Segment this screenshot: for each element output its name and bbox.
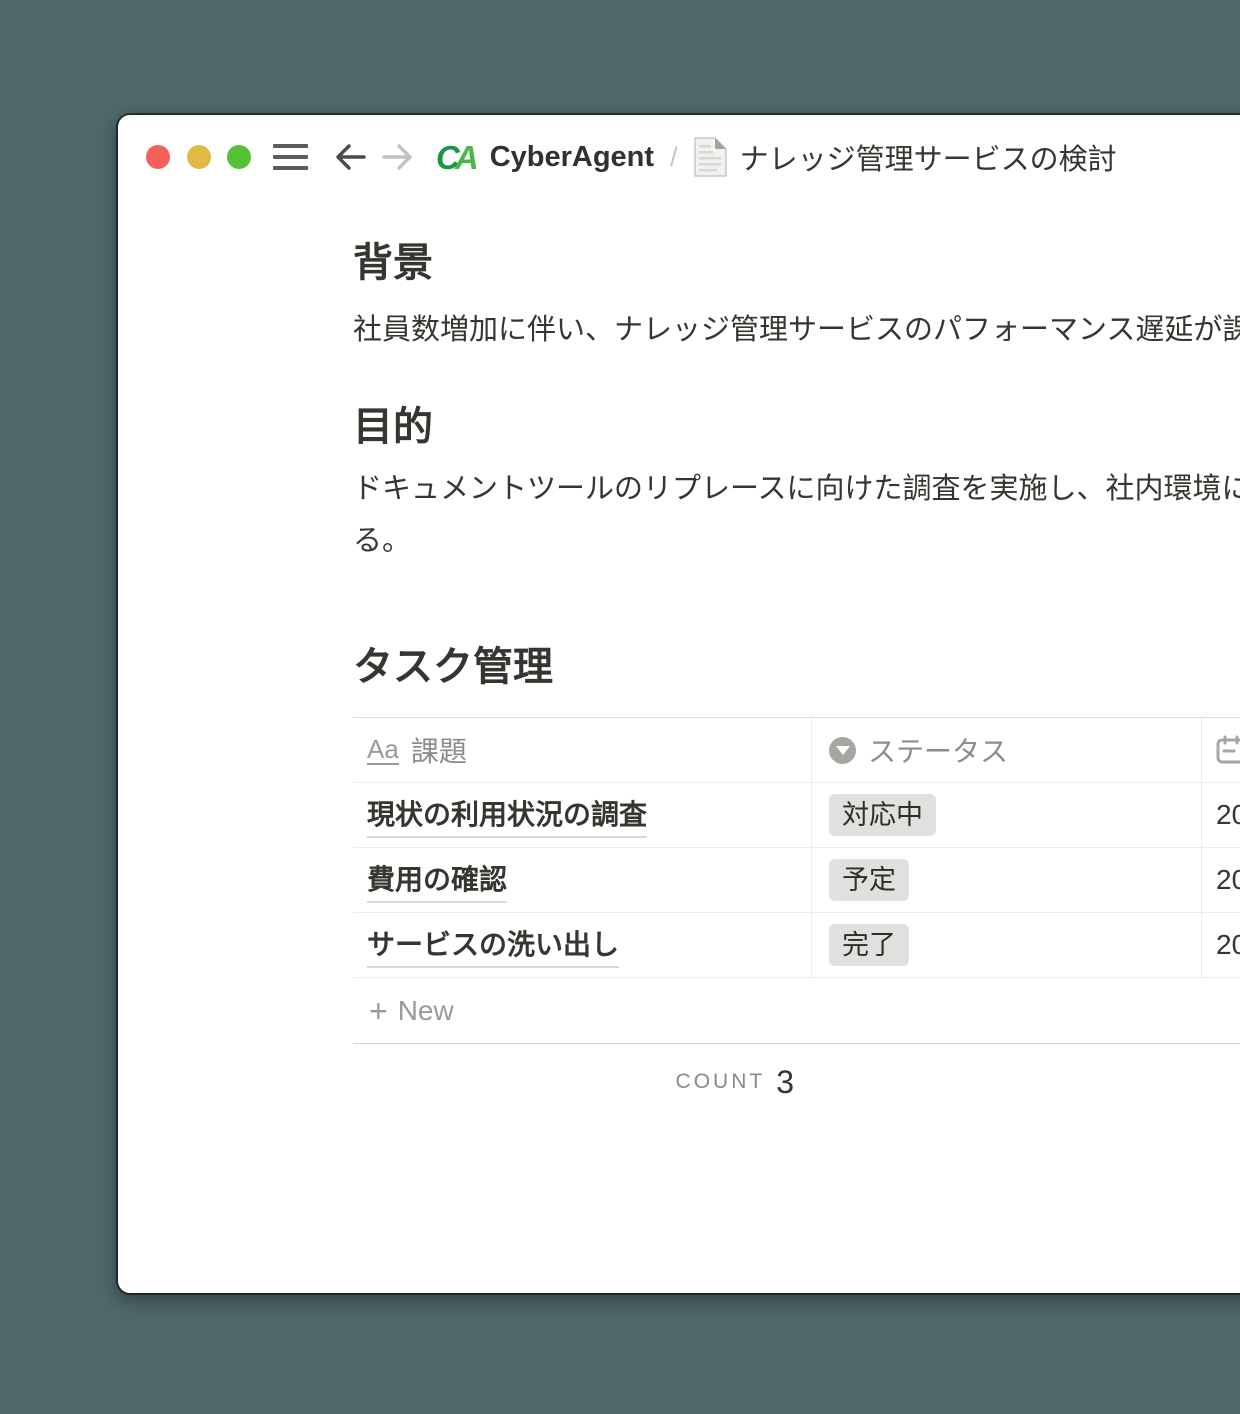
new-row-cell: + New (353, 978, 468, 1043)
paragraph-purpose[interactable]: ドキュメントツールのリプレースに向けた調査を実施し、社内環境に る。 (353, 463, 1240, 567)
task-title-cell[interactable]: サービスの洗い出し (353, 913, 812, 977)
task-date-cell[interactable]: 20 (1202, 913, 1240, 977)
table-header-row: Aa 課題 ステータス (353, 718, 1240, 783)
task-title-cell[interactable]: 費用の確認 (353, 848, 812, 912)
heading-purpose: 目的 (353, 405, 1240, 449)
status-badge: 完了 (829, 924, 909, 966)
table-row: サービスの洗い出し 完了 20 (353, 913, 1240, 978)
column-header-label: 課題 (411, 730, 467, 770)
select-property-icon (829, 737, 856, 764)
minimize-icon[interactable] (187, 145, 211, 169)
table-row: 現状の利用状況の調査 対応中 20 (353, 783, 1240, 848)
count-label: COUNT (676, 1070, 766, 1094)
title-property-icon: Aa (367, 736, 399, 765)
status-badge: 予定 (829, 859, 909, 901)
hamburger-icon[interactable] (273, 144, 308, 170)
app-window: CA CyberAgent / ナレッジ管理サービスの検討 背景 社員数増加に伴… (118, 115, 1240, 1293)
task-date-cell[interactable]: 20 (1202, 848, 1240, 912)
heading-task-management: タスク管理 (353, 645, 1240, 689)
column-header-label: ステータス (868, 730, 1008, 770)
count-value: 3 (776, 1064, 794, 1101)
heading-background: 背景 (353, 241, 1240, 285)
new-row-button[interactable]: + New (353, 978, 1240, 1043)
status-badge: 対応中 (829, 794, 936, 836)
column-header-title[interactable]: Aa 課題 (353, 718, 812, 782)
zoom-icon[interactable] (227, 145, 251, 169)
close-icon[interactable] (146, 145, 170, 169)
paragraph-purpose-line1: ドキュメントツールのリプレースに向けた調査を実施し、社内環境に (353, 473, 1240, 505)
task-date-cell[interactable]: 20 (1202, 783, 1240, 847)
task-table: Aa 課題 ステータス 現状の利 (353, 717, 1240, 1044)
task-title-cell[interactable]: 現状の利用状況の調査 (353, 783, 812, 847)
table-calc-row[interactable]: COUNT 3 (353, 1062, 812, 1102)
plus-icon: + (369, 995, 388, 1027)
task-status-cell[interactable]: 完了 (812, 913, 1202, 977)
table-row: 費用の確認 予定 20 (353, 848, 1240, 913)
date-property-icon (1216, 735, 1240, 765)
new-row-label: New (398, 995, 454, 1027)
column-header-status[interactable]: ステータス (812, 718, 1202, 782)
column-header-date[interactable] (1202, 718, 1240, 782)
task-status-cell[interactable]: 対応中 (812, 783, 1202, 847)
paragraph-purpose-line2: る。 (353, 525, 411, 557)
task-status-cell[interactable]: 予定 (812, 848, 1202, 912)
page-content: 背景 社員数増加に伴い、ナレッジ管理サービスのパフォーマンス遅延が課 目的 ドキ… (353, 115, 1240, 1102)
paragraph-background[interactable]: 社員数増加に伴い、ナレッジ管理サービスのパフォーマンス遅延が課 (353, 312, 1240, 348)
